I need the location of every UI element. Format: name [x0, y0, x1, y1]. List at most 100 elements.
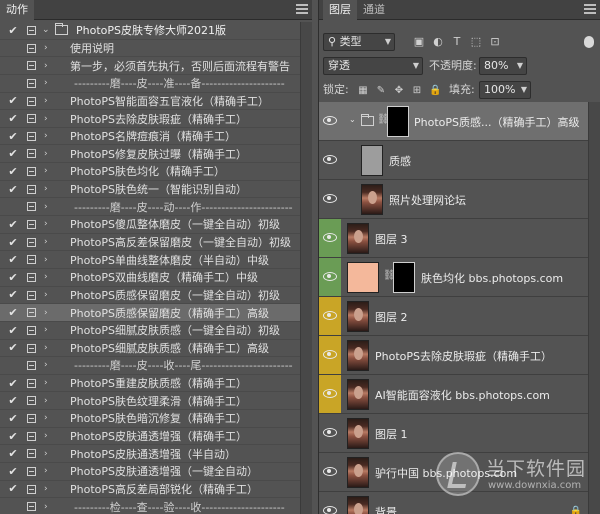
chevron-down-icon[interactable]: ⌄ [42, 25, 50, 35]
toggle-check-icon[interactable]: ✔ [7, 183, 19, 196]
opacity-input[interactable]: 80% ▼ [479, 57, 527, 75]
toggle-check-icon[interactable]: ✔ [7, 94, 19, 107]
dialog-toggle-icon[interactable] [27, 325, 36, 335]
chevron-right-icon[interactable]: › [44, 484, 48, 494]
dialog-toggle-icon[interactable] [27, 131, 36, 141]
chevron-right-icon[interactable]: › [44, 149, 48, 159]
dialog-toggle-icon[interactable] [27, 308, 36, 318]
toggle-check-icon[interactable]: ✔ [7, 482, 19, 495]
dialog-toggle-icon[interactable] [27, 26, 36, 35]
toggle-check-icon[interactable]: ✔ [7, 147, 19, 160]
chevron-right-icon[interactable]: › [44, 431, 48, 441]
visibility-eye-icon[interactable] [323, 311, 337, 320]
action-separator-row[interactable]: › ---------检----查----验----收--------------… [0, 498, 300, 514]
layer-row[interactable]: ⛓ 肤色均化 bbs.photops.com [319, 258, 588, 297]
dialog-toggle-icon[interactable] [27, 167, 36, 177]
visibility-eye-icon[interactable] [323, 194, 337, 203]
layer-mask-thumbnail[interactable] [387, 106, 409, 137]
layer-thumbnail[interactable] [347, 223, 369, 254]
chevron-right-icon[interactable]: › [44, 290, 48, 300]
chevron-right-icon[interactable]: › [44, 114, 48, 124]
chevron-right-icon[interactable]: › [44, 166, 48, 176]
dialog-toggle-icon[interactable] [27, 237, 36, 247]
dialog-toggle-icon[interactable] [27, 378, 36, 388]
action-row[interactable]: ✔ › PhotoPS细腻皮肤质感（一键全自动）初级 [0, 322, 300, 340]
toggle-check-icon[interactable]: ✔ [7, 447, 19, 460]
toggle-check-icon[interactable]: ✔ [7, 324, 19, 337]
layer-thumbnail[interactable] [347, 262, 379, 293]
lock-transparent-icon[interactable]: ▦ [357, 85, 369, 97]
chevron-right-icon[interactable]: › [44, 378, 48, 388]
layer-thumbnail[interactable] [347, 418, 369, 449]
chevron-right-icon[interactable]: › [44, 343, 48, 353]
action-row[interactable]: ✔ › PhotoPS修复皮肤过曝（精确手工） [0, 145, 300, 164]
chevron-right-icon[interactable]: › [44, 131, 48, 141]
toggle-check-icon[interactable]: ✔ [7, 412, 19, 425]
layer-row[interactable]: AI智能面容液化 bbs.photops.com [319, 375, 588, 414]
layer-row[interactable]: 照片处理网论坛 [319, 180, 588, 219]
panel-menu-icon[interactable] [584, 4, 596, 16]
dialog-toggle-icon[interactable] [27, 396, 36, 406]
dialog-toggle-icon[interactable] [27, 149, 36, 159]
action-row[interactable]: ✔ › PhotoPS双曲线磨皮（精确手工）中级 [0, 269, 300, 287]
toggle-check-icon[interactable]: ✔ [7, 465, 19, 478]
chevron-right-icon[interactable]: › [44, 61, 48, 71]
visibility-eye-icon[interactable] [323, 467, 337, 476]
action-row[interactable]: ✔ › PhotoPS质感保留磨皮（一键全自动）初级 [0, 287, 300, 305]
dialog-toggle-icon[interactable] [27, 96, 36, 106]
toggle-check-icon[interactable]: ✔ [7, 341, 19, 354]
fill-input[interactable]: 100% ▼ [479, 81, 531, 99]
action-row[interactable]: ✔ › PhotoPS智能面容五官液化（精确手工） [0, 93, 300, 111]
dialog-toggle-icon[interactable] [27, 114, 36, 124]
dialog-toggle-icon[interactable] [27, 78, 36, 88]
adjustment-filter-icon[interactable]: ◐ [432, 36, 444, 48]
action-row[interactable]: ✔ › PhotoPS单曲线整体磨皮（半自动）中级 [0, 251, 300, 269]
action-row[interactable]: ✔ › PhotoPS肤色暗沉修复（精确手工） [0, 410, 300, 428]
dialog-toggle-icon[interactable] [27, 202, 36, 212]
visibility-eye-icon[interactable] [323, 272, 337, 281]
dialog-toggle-icon[interactable] [27, 484, 36, 494]
layer-thumbnail[interactable] [361, 184, 383, 215]
chevron-right-icon[interactable]: › [44, 272, 48, 282]
visibility-eye-icon[interactable] [323, 389, 337, 398]
action-row[interactable]: ✔ › PhotoPS傻瓜整体磨皮（一键全自动）初级 [0, 216, 300, 234]
dialog-toggle-icon[interactable] [27, 431, 36, 441]
chevron-right-icon[interactable]: › [44, 255, 48, 265]
lock-position-icon[interactable]: ✥ [393, 85, 405, 97]
layer-thumbnail[interactable] [347, 340, 369, 371]
toggle-check-icon[interactable]: ✔ [7, 112, 19, 125]
action-row[interactable]: ✔ › PhotoPS质感保留磨皮（精确手工）高级 [0, 304, 300, 322]
lock-artboard-icon[interactable]: ⊞ [411, 85, 423, 97]
action-row[interactable]: ✔ › PhotoPS高反差保留磨皮（一键全自动）初级 [0, 234, 300, 252]
layer-thumbnail[interactable] [361, 145, 383, 176]
toggle-check-icon[interactable]: ✔ [7, 130, 19, 143]
visibility-eye-icon[interactable] [323, 506, 337, 514]
action-row[interactable]: ✔ › PhotoPS细腻皮肤质感（精确手工）高级 [0, 340, 300, 358]
shape-filter-icon[interactable]: ⬚ [470, 36, 482, 48]
layer-mask-thumbnail[interactable] [393, 262, 415, 293]
action-row[interactable]: ✔ › PhotoPS皮肤通透增强（半自动） [0, 445, 300, 464]
action-row[interactable]: ✔ › PhotoPS皮肤通透增强（一键全自动） [0, 463, 300, 481]
toggle-check-icon[interactable]: ✔ [7, 24, 19, 37]
lock-all-icon[interactable]: 🔒 [429, 85, 441, 97]
toggle-check-icon[interactable]: ✔ [7, 394, 19, 407]
visibility-eye-icon[interactable] [323, 428, 337, 437]
chevron-down-icon[interactable]: ⌄ [349, 115, 356, 124]
layer-thumbnail[interactable] [347, 379, 369, 410]
action-separator-row[interactable]: › ---------磨----皮----动----作--------------… [0, 198, 300, 217]
toggle-check-icon[interactable]: ✔ [7, 253, 19, 266]
toggle-check-icon[interactable]: ✔ [7, 430, 19, 443]
dialog-toggle-icon[interactable] [27, 361, 36, 371]
dialog-toggle-icon[interactable] [27, 184, 36, 194]
dialog-toggle-icon[interactable] [27, 255, 36, 265]
chevron-right-icon[interactable]: › [44, 184, 48, 194]
tab-channels[interactable]: 通道 [357, 0, 391, 20]
chevron-right-icon[interactable]: › [44, 202, 48, 212]
action-row[interactable]: ✔ › PhotoPS肤色统一（智能识别自动） [0, 181, 300, 199]
dialog-toggle-icon[interactable] [27, 272, 36, 282]
filter-toggle[interactable] [584, 36, 594, 48]
smartobject-filter-icon[interactable]: ⊡ [489, 36, 501, 48]
panel-menu-icon[interactable] [296, 4, 308, 16]
chevron-right-icon[interactable]: › [44, 325, 48, 335]
action-row[interactable]: ✔ › PhotoPS高反差局部锐化（精确手工） [0, 481, 300, 499]
